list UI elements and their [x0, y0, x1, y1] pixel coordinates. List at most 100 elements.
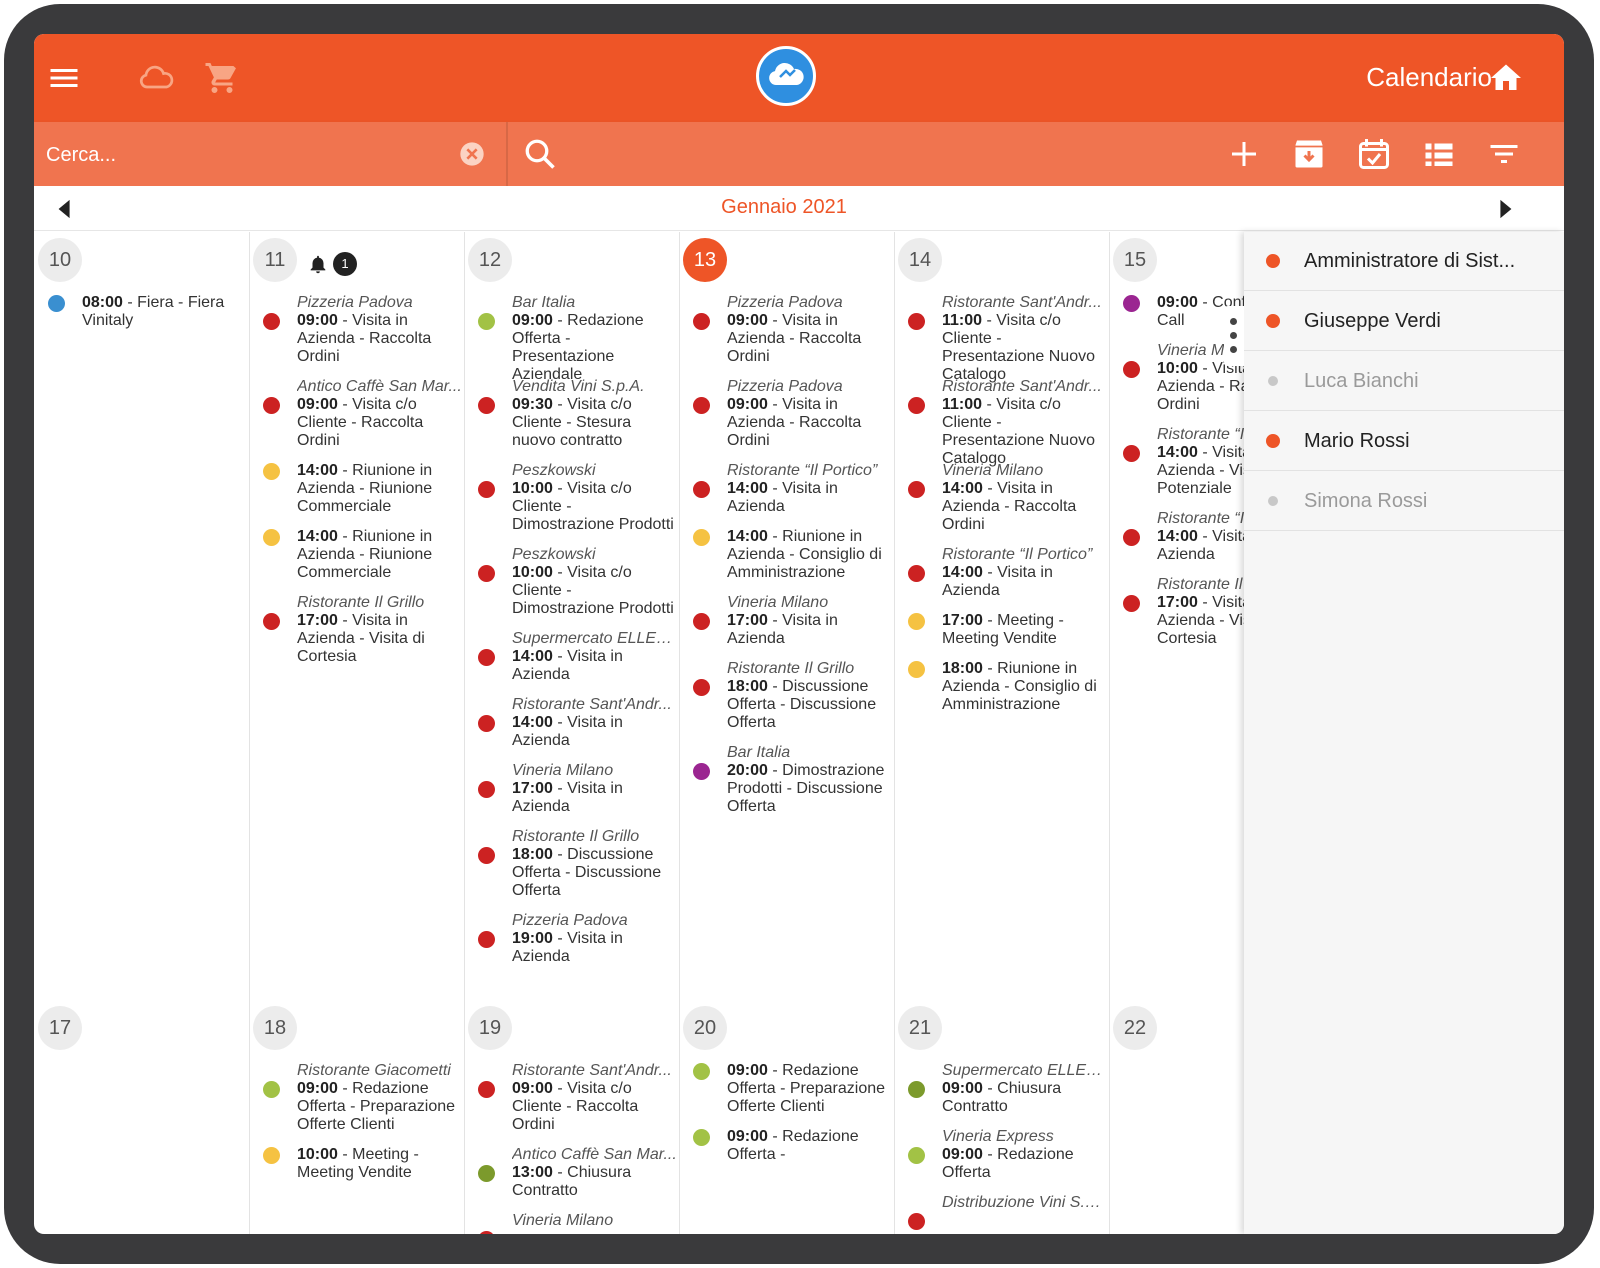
user-status-dot	[1268, 496, 1278, 506]
archive-icon[interactable]	[1291, 136, 1327, 172]
event-time: 17:00	[512, 780, 553, 797]
list-icon[interactable]	[1421, 136, 1457, 172]
day-number[interactable]: 15	[1113, 238, 1157, 282]
bell-icon[interactable]	[307, 252, 329, 276]
day-cell[interactable]: 20 09:00 - Redazione Offerta - Preparazio…	[679, 1000, 894, 1234]
calendar-event[interactable]: 14:00 - Riunione in Azienda - Riunione C…	[263, 462, 462, 516]
event-text: 10:00 - Visita c/o Cliente - Dimostrazio…	[512, 480, 677, 534]
event-text: 09:30 - Visita c/o Cliente - Stesura nuo…	[512, 396, 677, 450]
calendar-event[interactable]: Ristorante Il Grillo 18:00 - Discussione …	[478, 828, 677, 900]
calendar-event[interactable]: 14:00 - Riunione in Azienda - Riunione C…	[263, 528, 462, 582]
day-cell[interactable]: 18 Ristorante Giacometti 09:00 - Redazione…	[249, 1000, 464, 1234]
calendar-event[interactable]: Vendita Vini S.p.A. 09:30 - Visita c/o Cl…	[478, 378, 677, 450]
chevron-right-icon[interactable]	[1494, 198, 1516, 220]
event-color-dot	[263, 1081, 280, 1098]
calendar-event[interactable]: 10:00 - Meeting - Meeting Vendite	[263, 1146, 462, 1182]
calendar-event[interactable]: 14:00 - Riunione in Azienda - Consiglio …	[693, 528, 892, 582]
event-color-dot	[908, 1081, 925, 1098]
day-number[interactable]: 13	[683, 238, 727, 282]
calendar-event[interactable]: Ristorante “Il Portico”14:00 - Visita in…	[693, 462, 892, 516]
event-color-dot	[908, 397, 925, 414]
more-vertical-icon[interactable]	[1224, 306, 1244, 366]
event-color-dot	[1123, 295, 1140, 312]
calendar-event[interactable]: Supermercato ELLES... 09:00 - Chiusura Co…	[908, 1062, 1107, 1116]
day-cell[interactable]: 13 Pizzeria Padova 09:00 - Visita in Azien…	[679, 232, 894, 1000]
calendar-check-icon[interactable]	[1356, 136, 1392, 172]
user-filter-item[interactable]: Luca Bianchi	[1244, 352, 1564, 411]
user-filter-item[interactable]: Mario Rossi	[1244, 412, 1564, 471]
calendar-event[interactable]: 17:00 - Meeting - Meeting Vendite	[908, 612, 1107, 648]
calendar-event[interactable]: 09:00 - Redazione Offerta -	[693, 1128, 892, 1164]
day-number[interactable]: 18	[253, 1006, 297, 1050]
calendar-event[interactable]: Vineria Milano 17:00 - Visita in Azienda	[478, 762, 677, 816]
calendar-event[interactable]: Supermercato ELLES... 14:00 - Visita in A…	[478, 630, 677, 684]
month-navigation: Gennaio 2021	[34, 186, 1564, 231]
day-number[interactable]: 17	[38, 1006, 82, 1050]
day-number[interactable]: 12	[468, 238, 512, 282]
day-number[interactable]: 19	[468, 1006, 512, 1050]
calendar-event[interactable]: Vineria Milano	[478, 1212, 677, 1234]
calendar-event[interactable]: Ristorante Giacometti 09:00 - Redazione O…	[263, 1062, 462, 1134]
calendar-event[interactable]: Ristorante “Il Portico”14:00 - Visita in…	[908, 546, 1107, 600]
calendar-event[interactable]: Pizzeria Padova 09:00 - Visita in Azienda…	[693, 294, 892, 366]
day-number[interactable]: 10	[38, 238, 82, 282]
user-filter-item[interactable]: Giuseppe Verdi	[1244, 292, 1564, 351]
day-cell[interactable]: 21 Supermercato ELLES... 09:00 - Chiusura …	[894, 1000, 1109, 1234]
calendar-event[interactable]: 08:00 - Fiera - Fiera Vinitaly	[48, 294, 247, 330]
event-color-dot	[693, 481, 710, 498]
calendar-event[interactable]: Vineria Milano 17:00 - Visita in Azienda	[693, 594, 892, 648]
calendar-event[interactable]: Distribuzione Vini S.p...	[908, 1194, 1107, 1230]
day-number[interactable]: 22	[1113, 1006, 1157, 1050]
calendar-event[interactable]: Pizzeria Padova 19:00 - Visita in Azienda	[478, 912, 677, 966]
calendar-event[interactable]: 18:00 - Riunione in Azienda - Consiglio …	[908, 660, 1107, 714]
day-number[interactable]: 14	[898, 238, 942, 282]
calendar-event[interactable]: Ristorante Sant'Andr... 09:00 - Visita c/…	[478, 1062, 677, 1134]
search-input[interactable]	[34, 122, 518, 188]
day-cell[interactable]: 17	[34, 1000, 249, 1234]
day-number[interactable]: 20	[683, 1006, 727, 1050]
event-location: Ristorante Il Grillo	[1157, 576, 1244, 593]
calendar-event[interactable]: Vineria Milano 14:00 - Visita in Azienda …	[908, 462, 1107, 534]
user-filter-item[interactable]: Simona Rossi	[1244, 472, 1564, 531]
day-cell[interactable]: 10 08:00 - Fiera - Fiera Vinitaly	[34, 232, 249, 1000]
calendar-event[interactable]: Peszkowski 10:00 - Visita c/o Cliente - D…	[478, 546, 677, 618]
cloud-icon[interactable]	[138, 60, 174, 96]
day-number[interactable]: 11	[253, 238, 297, 282]
calendar-event[interactable]: Ristorante Sant'Andr... 11:00 - Visita c/…	[908, 378, 1107, 468]
calendar-event[interactable]: Ristorante “Il Portico”14:00 - Visita in…	[1123, 510, 1244, 564]
calendar-event[interactable]: Ristorante “Il Portico”14:00 - Visita in…	[1123, 426, 1244, 498]
event-color-dot	[908, 565, 925, 582]
calendar-event[interactable]: Vineria Express 09:00 - Redazione Offerta	[908, 1128, 1107, 1182]
event-color-dot	[263, 529, 280, 546]
user-filter-item[interactable]: Amministratore di Sist...	[1244, 232, 1564, 291]
calendar-event[interactable]: Ristorante Sant'Andr... 11:00 - Visita c/…	[908, 294, 1107, 384]
home-icon[interactable]	[1488, 60, 1524, 96]
calendar-event[interactable]: Ristorante Il Grillo17:00 - Visita in Az…	[1123, 576, 1244, 648]
day-cell[interactable]: 22	[1109, 1000, 1244, 1234]
calendar-event[interactable]: Antico Caffè San Mar... 13:00 - Chiusura …	[478, 1146, 677, 1200]
calendar-event[interactable]: Pizzeria Padova 09:00 - Visita in Azienda…	[263, 294, 462, 366]
filter-icon[interactable]	[1486, 136, 1522, 172]
event-color-dot	[263, 397, 280, 414]
close-circle-icon[interactable]	[458, 140, 486, 168]
event-text: 14:00 - Visita in Azienda - Visita Poten…	[1157, 444, 1244, 498]
calendar-event[interactable]: Ristorante Il Grillo17:00 - Visita in Az…	[263, 594, 462, 666]
calendar-event[interactable]: Bar Italia 20:00 - Dimostrazione Prodotti…	[693, 744, 892, 816]
add-icon[interactable]	[1226, 136, 1262, 172]
day-number[interactable]: 21	[898, 1006, 942, 1050]
calendar-event[interactable]: Bar Italia 09:00 - Redazione Offerta - Pr…	[478, 294, 677, 384]
cart-icon[interactable]	[204, 60, 240, 96]
day-cell[interactable]: 19 Ristorante Sant'Andr... 09:00 - Visita …	[464, 1000, 679, 1234]
calendar-event[interactable]: Ristorante Sant'Andr... 14:00 - Visita in…	[478, 696, 677, 750]
calendar-event[interactable]: Pizzeria Padova 09:00 - Visita in Azienda…	[693, 378, 892, 450]
day-cell[interactable]: 12 Bar Italia 09:00 - Redazione Offerta - …	[464, 232, 679, 1000]
search-icon[interactable]	[522, 136, 558, 172]
day-cell[interactable]: 14 Ristorante Sant'Andr... 11:00 - Visita …	[894, 232, 1109, 1000]
calendar-event[interactable]: Peszkowski 10:00 - Visita c/o Cliente - D…	[478, 462, 677, 534]
calendar-event[interactable]: 09:00 - Redazione Offerta - Preparazione…	[693, 1062, 892, 1116]
calendar-event[interactable]: Ristorante Il Grillo 18:00 - Discussione …	[693, 660, 892, 732]
event-location: Supermercato ELLES...	[942, 1062, 1107, 1079]
day-cell[interactable]: 11 1 Pizzeria Padova 09:00 - Visita in Azie…	[249, 232, 464, 1000]
menu-icon[interactable]	[46, 60, 82, 96]
calendar-event[interactable]: Antico Caffè San Mar... 09:00 - Visita c/…	[263, 378, 462, 450]
